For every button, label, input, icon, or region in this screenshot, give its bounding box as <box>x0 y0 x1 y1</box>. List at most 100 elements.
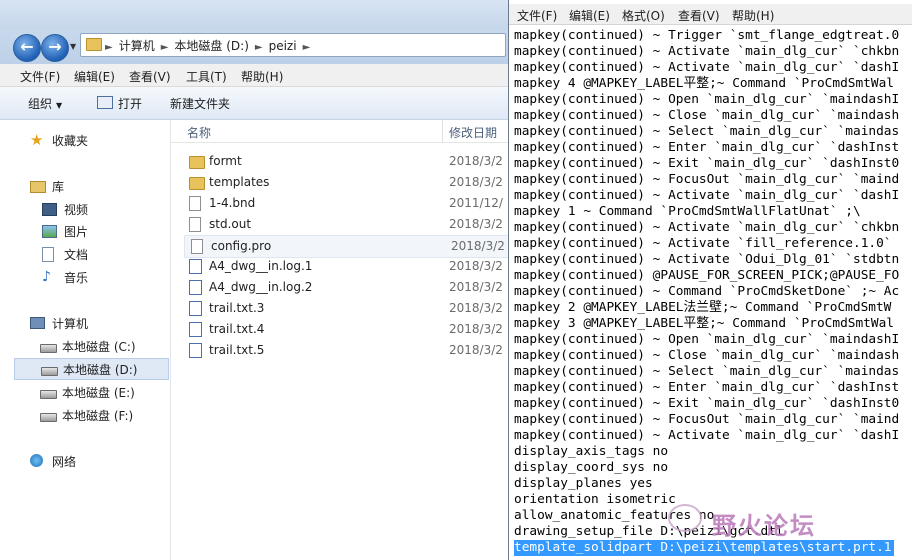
file-row[interactable]: config.pro 2018/3/2 <box>184 235 508 258</box>
file-row[interactable]: trail.txt.5 2018/3/2 <box>183 340 508 361</box>
notepad-menu-format[interactable]: 格式(O) <box>622 7 665 24</box>
file-date: 2018/3/2 <box>449 259 503 273</box>
forward-button[interactable]: → <box>41 34 69 62</box>
menu-tools[interactable]: 工具(T) <box>186 68 227 85</box>
file-list: 名称 修改日期 formt 2018/3/2 templates 2018/3/2 1-… <box>171 120 508 560</box>
sidebar-item-drive-c[interactable]: 本地磁盘 (C:) <box>40 336 178 356</box>
notepad-menu-file[interactable]: 文件(F) <box>517 7 557 24</box>
sidebar-item-libraries[interactable]: 库 <box>30 176 168 196</box>
text-line: mapkey(continued) ~ Activate `main_dlg_c… <box>514 220 900 235</box>
text-line: mapkey(continued) ~ Close `main_dlg_cur`… <box>514 108 900 123</box>
file-row[interactable]: trail.txt.4 2018/3/2 <box>183 319 508 340</box>
document-icon <box>42 247 54 262</box>
chevron-right-icon[interactable]: ► <box>161 42 169 53</box>
organize-button[interactable]: 组织 ▼ <box>28 95 62 112</box>
text-line-row: mapkey(continued) ~ Command `ProCmdSketD… <box>514 284 912 300</box>
text-line-row: mapkey(continued) @PAUSE_FOR_SCREEN_PICK… <box>514 268 912 284</box>
sidebar-item-drive-f[interactable]: 本地磁盘 (F:) <box>40 405 178 425</box>
text-line: mapkey(continued) ~ Activate `main_dlg_c… <box>514 44 900 59</box>
text-line: mapkey(continued) ~ Select `main_dlg_cur… <box>514 124 900 139</box>
menu-file[interactable]: 文件(F) <box>20 68 60 85</box>
file-row[interactable]: 1-4.bnd 2011/12/ <box>183 193 508 214</box>
watermark: 野火论坛 <box>640 500 912 560</box>
notepad-menu-help[interactable]: 帮助(H) <box>732 7 774 24</box>
sidebar-item-documents[interactable]: 文档 <box>42 244 180 264</box>
text-line-row: mapkey(continued) ~ Close `main_dlg_cur`… <box>514 108 912 124</box>
text-line-row: mapkey(continued) ~ Open `main_dlg_cur` … <box>514 92 912 108</box>
text-line-row: mapkey(continued) ~ Activate `main_dlg_c… <box>514 44 912 60</box>
history-dropdown-icon[interactable]: ▼ <box>70 42 76 51</box>
chevron-right-icon[interactable]: ► <box>303 42 311 53</box>
file-row[interactable]: A4_dwg__in.log.2 2018/3/2 <box>183 277 508 298</box>
text-line: mapkey 1 ~ Command `ProCmdSmtWallFlatUna… <box>514 204 861 219</box>
text-line: mapkey(continued) ~ Close `main_dlg_cur`… <box>514 348 900 363</box>
notepad-text-area[interactable]: mapkey(continued) ~ Trigger `smt_flange_… <box>514 28 912 560</box>
menu-edit[interactable]: 编辑(E) <box>74 68 115 85</box>
column-date-header[interactable]: 修改日期 <box>449 124 497 141</box>
sidebar-item-favorites[interactable]: ★ 收藏夹 <box>30 130 168 150</box>
sidebar-item-label: 库 <box>52 180 65 194</box>
file-row[interactable]: trail.txt.3 2018/3/2 <box>183 298 508 319</box>
text-line: mapkey 2 @MAPKEY_LABEL法兰壁;~ Command `Pro… <box>514 300 892 315</box>
back-button[interactable]: ← <box>13 34 41 62</box>
file-name: templates <box>209 175 270 189</box>
text-line-row: mapkey(continued) ~ Open `main_dlg_cur` … <box>514 332 912 348</box>
notepad-menu-view[interactable]: 查看(V) <box>678 7 720 24</box>
text-line: mapkey(continued) ~ Activate `fill_refer… <box>514 236 892 251</box>
sidebar-item-video[interactable]: 视频 <box>42 199 180 219</box>
file-row[interactable]: A4_dwg__in.log.1 2018/3/2 <box>183 256 508 277</box>
breadcrumb-drive-d[interactable]: 本地磁盘 (D:) <box>174 39 248 53</box>
text-line-row: mapkey(continued) ~ Select `main_dlg_cur… <box>514 364 912 380</box>
music-note-icon: ♪ <box>42 269 51 285</box>
sidebar-item-computer[interactable]: 计算机 <box>30 313 168 333</box>
file-name: config.pro <box>211 239 272 253</box>
menu-view[interactable]: 查看(V) <box>129 68 171 85</box>
file-row[interactable]: formt 2018/3/2 <box>183 151 508 172</box>
notepad-window: 文件(F) 编辑(E) 格式(O) 查看(V) 帮助(H) mapkey(con… <box>508 0 912 560</box>
sidebar-item-music[interactable]: ♪ 音乐 <box>42 267 180 287</box>
open-label: 打开 <box>118 97 143 111</box>
column-name-header[interactable]: 名称 <box>187 124 211 141</box>
file-date: 2018/3/2 <box>451 239 505 253</box>
network-icon <box>30 454 43 467</box>
explorer-toolbar: 组织 ▼ 打开 新建文件夹 <box>0 87 508 120</box>
library-icon <box>30 181 46 193</box>
notepad-menu-bar: 文件(F) 编辑(E) 格式(O) 查看(V) 帮助(H) <box>509 4 912 25</box>
file-name: 1-4.bnd <box>209 196 256 210</box>
chevron-right-icon[interactable]: ► <box>255 42 263 53</box>
text-line: mapkey(continued) @PAUSE_FOR_SCREEN_PICK… <box>514 268 900 283</box>
text-line: display_planes yes <box>514 476 653 491</box>
notepad-menu-edit[interactable]: 编辑(E) <box>569 7 610 24</box>
menu-help[interactable]: 帮助(H) <box>241 68 283 85</box>
text-line: display_coord_sys no <box>514 460 669 475</box>
sidebar-item-drive-d[interactable]: 本地磁盘 (D:) <box>14 358 169 380</box>
file-date: 2018/3/2 <box>449 343 503 357</box>
breadcrumb-peizi[interactable]: peizi <box>269 39 297 53</box>
sidebar-item-drive-e[interactable]: 本地磁盘 (E:) <box>40 382 178 402</box>
text-line: mapkey(continued) ~ Exit `main_dlg_cur` … <box>514 156 900 171</box>
drive-icon <box>41 367 58 376</box>
file-icon <box>189 196 201 211</box>
text-line-row: display_coord_sys no <box>514 460 912 476</box>
file-name: trail.txt.3 <box>209 301 265 315</box>
sidebar-item-pictures[interactable]: 图片 <box>42 221 180 241</box>
chevron-right-icon[interactable]: ► <box>105 42 113 53</box>
file-row[interactable]: std.out 2018/3/2 <box>183 214 508 235</box>
open-button[interactable]: 打开 <box>97 95 142 112</box>
explorer-window: ← → ▼ ► 计算机 ► 本地磁盘 (D:) ► peizi ► 文件(F) 编辑(E) … <box>0 0 508 560</box>
new-folder-button[interactable]: 新建文件夹 <box>170 95 230 112</box>
sidebar-item-label: 本地磁盘 (E:) <box>62 386 135 400</box>
address-bar[interactable]: ► 计算机 ► 本地磁盘 (D:) ► peizi ► <box>80 33 506 57</box>
sidebar-item-network[interactable]: 网络 <box>30 451 168 471</box>
explorer-titlebar <box>0 0 508 30</box>
drive-icon <box>40 413 57 422</box>
breadcrumb: ► 计算机 ► 本地磁盘 (D:) ► peizi ► <box>105 37 316 54</box>
text-line: display_axis_tags no <box>514 444 669 459</box>
text-line-row: mapkey(continued) ~ Exit `main_dlg_cur` … <box>514 396 912 412</box>
text-line-row: mapkey(continued) ~ Activate `fill_refer… <box>514 236 912 252</box>
sidebar-item-label: 计算机 <box>52 317 89 331</box>
text-line: mapkey(continued) ~ Select `main_dlg_cur… <box>514 364 900 379</box>
file-row[interactable]: templates 2018/3/2 <box>183 172 508 193</box>
column-divider[interactable] <box>442 120 443 142</box>
breadcrumb-computer[interactable]: 计算机 <box>119 39 155 53</box>
